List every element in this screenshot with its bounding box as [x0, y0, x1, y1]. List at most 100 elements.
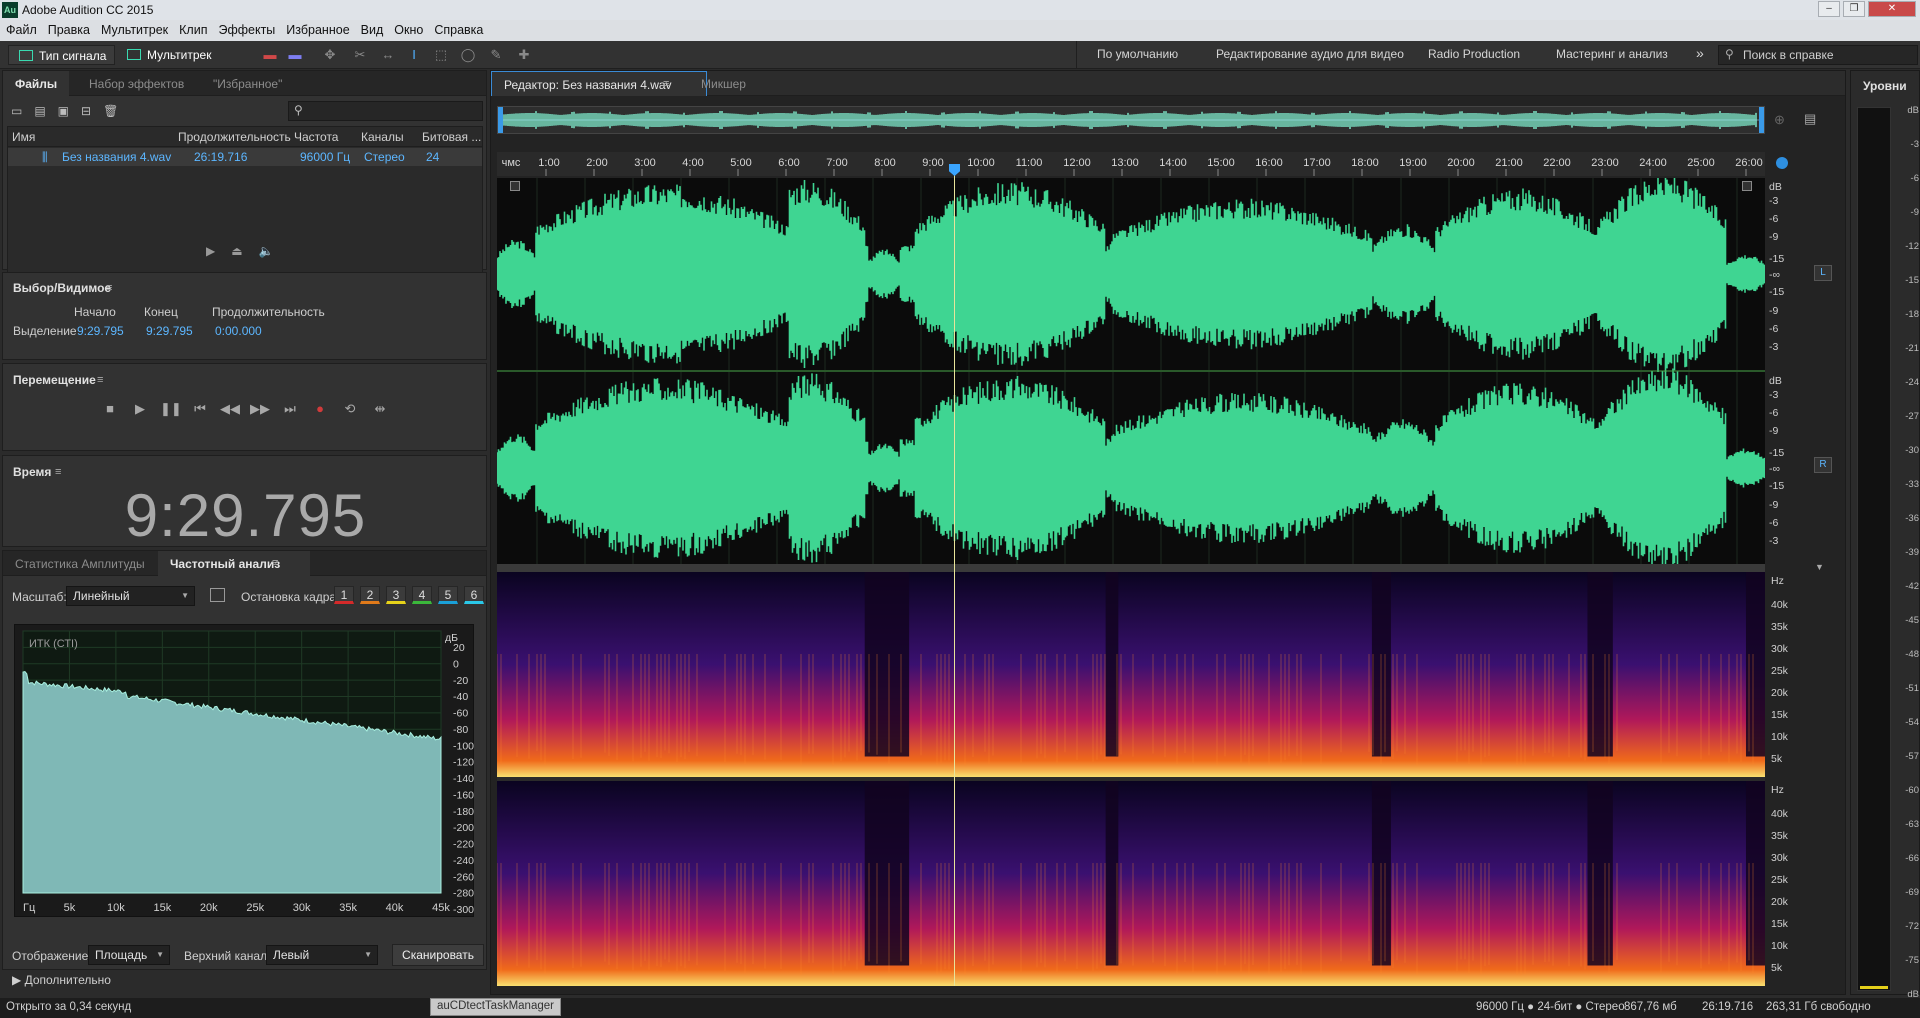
menu-edit[interactable]: Правка — [42, 20, 95, 37]
file-row[interactable]: ⫼ Без названия 4.wav 26:19.716 96000 Гц … — [8, 148, 482, 166]
help-search-input[interactable]: ⚲ Поиск в справке — [1718, 45, 1918, 65]
lasso-tool-icon[interactable]: ◯ — [460, 47, 476, 63]
razor-tool-icon[interactable]: ✂ — [352, 47, 368, 63]
selection-end-value[interactable]: 9:29.795 — [146, 324, 193, 338]
menu-file[interactable]: Файл — [0, 20, 42, 37]
menu-favorites[interactable]: Избранное — [280, 20, 354, 37]
spectral-display-icon[interactable]: ▬ — [262, 47, 278, 63]
col-rate[interactable]: Частота — [294, 130, 338, 144]
workspace-video[interactable]: Редактирование аудио для видео — [1216, 47, 1404, 61]
freeze-frame-button-5[interactable]: 5 — [438, 586, 458, 604]
levels-panel: Уровни dB -3 -6 -9 -12 -15 -18 -21 -24 -27 -30 -33 -… — [1850, 70, 1920, 1000]
tab-effects-rack[interactable]: Набор эффектов — [77, 71, 196, 96]
time-selection-tool-icon[interactable]: I — [406, 47, 422, 63]
slip-tool-icon[interactable]: ↔ — [380, 47, 396, 63]
overview-right-handle[interactable] — [1759, 107, 1764, 133]
db-tick: -15 — [1769, 447, 1784, 459]
copy-frame-icon[interactable] — [210, 588, 225, 602]
stop-icon[interactable]: ■ — [100, 400, 120, 418]
time-display[interactable]: 9:29.795 — [3, 481, 488, 550]
overview-left-handle[interactable] — [498, 107, 503, 133]
play-icon[interactable]: ▶ — [130, 400, 150, 418]
overview-bar[interactable] — [497, 106, 1765, 134]
workspace-default[interactable]: По умолчанию — [1097, 47, 1178, 61]
menu-multitrack[interactable]: Мультитрек — [95, 20, 173, 37]
editor-menu-icon[interactable]: ≡ — [663, 78, 669, 90]
menu-window[interactable]: Окно — [388, 20, 428, 37]
rewind-icon[interactable]: ◀◀ — [220, 400, 240, 418]
fade-in-handle[interactable] — [510, 181, 520, 191]
db-tick: -3 — [1769, 195, 1778, 207]
workspace-mastering[interactable]: Мастеринг и анализ — [1556, 47, 1668, 61]
workspace-radio[interactable]: Radio Production — [1428, 47, 1520, 61]
splitter-chevron-icon[interactable]: ▼ — [1815, 562, 1824, 572]
skip-selection-icon[interactable]: ⇹ — [370, 400, 390, 418]
timeline-zoom-icon[interactable] — [1776, 157, 1788, 169]
selection-start-value[interactable]: 9:29.795 — [77, 324, 124, 338]
col-bits[interactable]: Битовая ... — [422, 130, 481, 144]
waveform-mode-button[interactable]: Тип сигнала — [8, 45, 116, 65]
menu-clip[interactable]: Клип — [173, 20, 212, 37]
files-preview-controls[interactable]: ▶⏏🔈 — [206, 244, 290, 258]
scan-button[interactable]: Сканировать — [392, 944, 484, 966]
files-search-input[interactable]: ⚲ — [288, 101, 483, 121]
hz-tick: Hz — [1771, 575, 1784, 587]
skip-end-icon[interactable]: ⏭ — [280, 400, 300, 418]
tab-favorites[interactable]: "Избранное" — [201, 71, 294, 96]
fast-forward-icon[interactable]: ▶▶ — [250, 400, 270, 418]
frequency-menu-icon[interactable]: ≡ — [272, 557, 278, 569]
col-channels[interactable]: Каналы — [361, 130, 404, 144]
col-name[interactable]: Имя — [12, 130, 35, 144]
freeze-frame-button-6[interactable]: 6 — [464, 586, 484, 604]
multitrack-mode-button[interactable]: Мультитрек — [117, 45, 219, 65]
zoom-icon[interactable]: ⊕ — [1774, 112, 1785, 128]
chevron-right-icon: ▶ — [12, 973, 25, 987]
selection-duration-value[interactable]: 0:00.000 — [215, 324, 262, 338]
panel-options-icon[interactable]: ▤ — [1804, 111, 1816, 127]
freeze-frame-button-1[interactable]: 1 — [334, 586, 354, 604]
freeze-frame-button-2[interactable]: 2 — [360, 586, 380, 604]
brush-tool-icon[interactable]: ✎ — [488, 47, 504, 63]
advanced-toggle[interactable]: ▶ Дополнительно — [12, 973, 111, 987]
scale-dropdown[interactable]: Линейный — [66, 586, 195, 606]
selection-menu-icon[interactable]: ≡ — [106, 282, 112, 294]
skip-start-icon[interactable]: ⏮ — [190, 400, 210, 418]
restore-icon[interactable]: ❐ — [1843, 1, 1865, 17]
menu-view[interactable]: Вид — [355, 20, 389, 37]
healing-tool-icon[interactable]: ✚ — [516, 47, 532, 63]
left-channel-toggle[interactable]: L — [1814, 265, 1832, 281]
marquee-tool-icon[interactable]: ⬚ — [433, 47, 449, 63]
fft-freq-tick: 40k — [386, 902, 404, 914]
playhead-line[interactable] — [954, 168, 955, 986]
spectral-view[interactable] — [496, 572, 1765, 986]
pause-icon[interactable]: ❚❚ — [160, 400, 182, 418]
channel-dropdown[interactable]: Левый — [266, 945, 378, 965]
taskbar-item[interactable]: auCDtectTaskManager — [430, 998, 561, 1016]
minimize-icon[interactable]: – — [1818, 1, 1840, 17]
loop-icon[interactable]: ⟲ — [340, 400, 360, 418]
transport-menu-icon[interactable]: ≡ — [97, 374, 103, 386]
pitch-display-icon[interactable]: ▬ — [287, 47, 303, 63]
tab-frequency-analysis[interactable]: Частотный анализ ≡ — [158, 551, 311, 576]
time-ruler[interactable]: чмс 1:00 2:00 3:00 4:00 5:00 6:00 7:00 8:00 9:00 1… — [497, 152, 1765, 176]
tab-editor[interactable]: Редактор: Без названия 4.wav ≡ — [491, 71, 707, 96]
col-duration[interactable]: Продолжительность — [178, 130, 291, 144]
close-icon[interactable]: ✕ — [1868, 1, 1916, 17]
view-splitter[interactable] — [497, 564, 1765, 572]
tab-amplitude-stats[interactable]: Статистика Амплитуды — [3, 551, 157, 576]
workspace-more-icon[interactable]: » — [1696, 45, 1704, 61]
waveform-view[interactable] — [496, 173, 1766, 568]
tab-mixer[interactable]: Микшер — [689, 71, 758, 96]
tab-files[interactable]: Файлы — [3, 71, 70, 96]
menu-help[interactable]: Справка — [428, 20, 488, 37]
files-toolbar-icons[interactable]: ▭▤▣⊟🗑 — [11, 104, 130, 118]
freeze-frame-button-4[interactable]: 4 — [412, 586, 432, 604]
freeze-frame-button-3[interactable]: 3 — [386, 586, 406, 604]
display-dropdown[interactable]: Площадь — [88, 945, 170, 965]
menu-effects[interactable]: Эффекты — [212, 20, 280, 37]
move-tool-icon[interactable]: ✥ — [322, 47, 338, 63]
right-channel-toggle[interactable]: R — [1814, 457, 1832, 473]
fade-out-handle[interactable] — [1742, 181, 1752, 191]
time-menu-icon[interactable]: ≡ — [55, 466, 61, 478]
record-icon[interactable]: ● — [310, 400, 330, 418]
